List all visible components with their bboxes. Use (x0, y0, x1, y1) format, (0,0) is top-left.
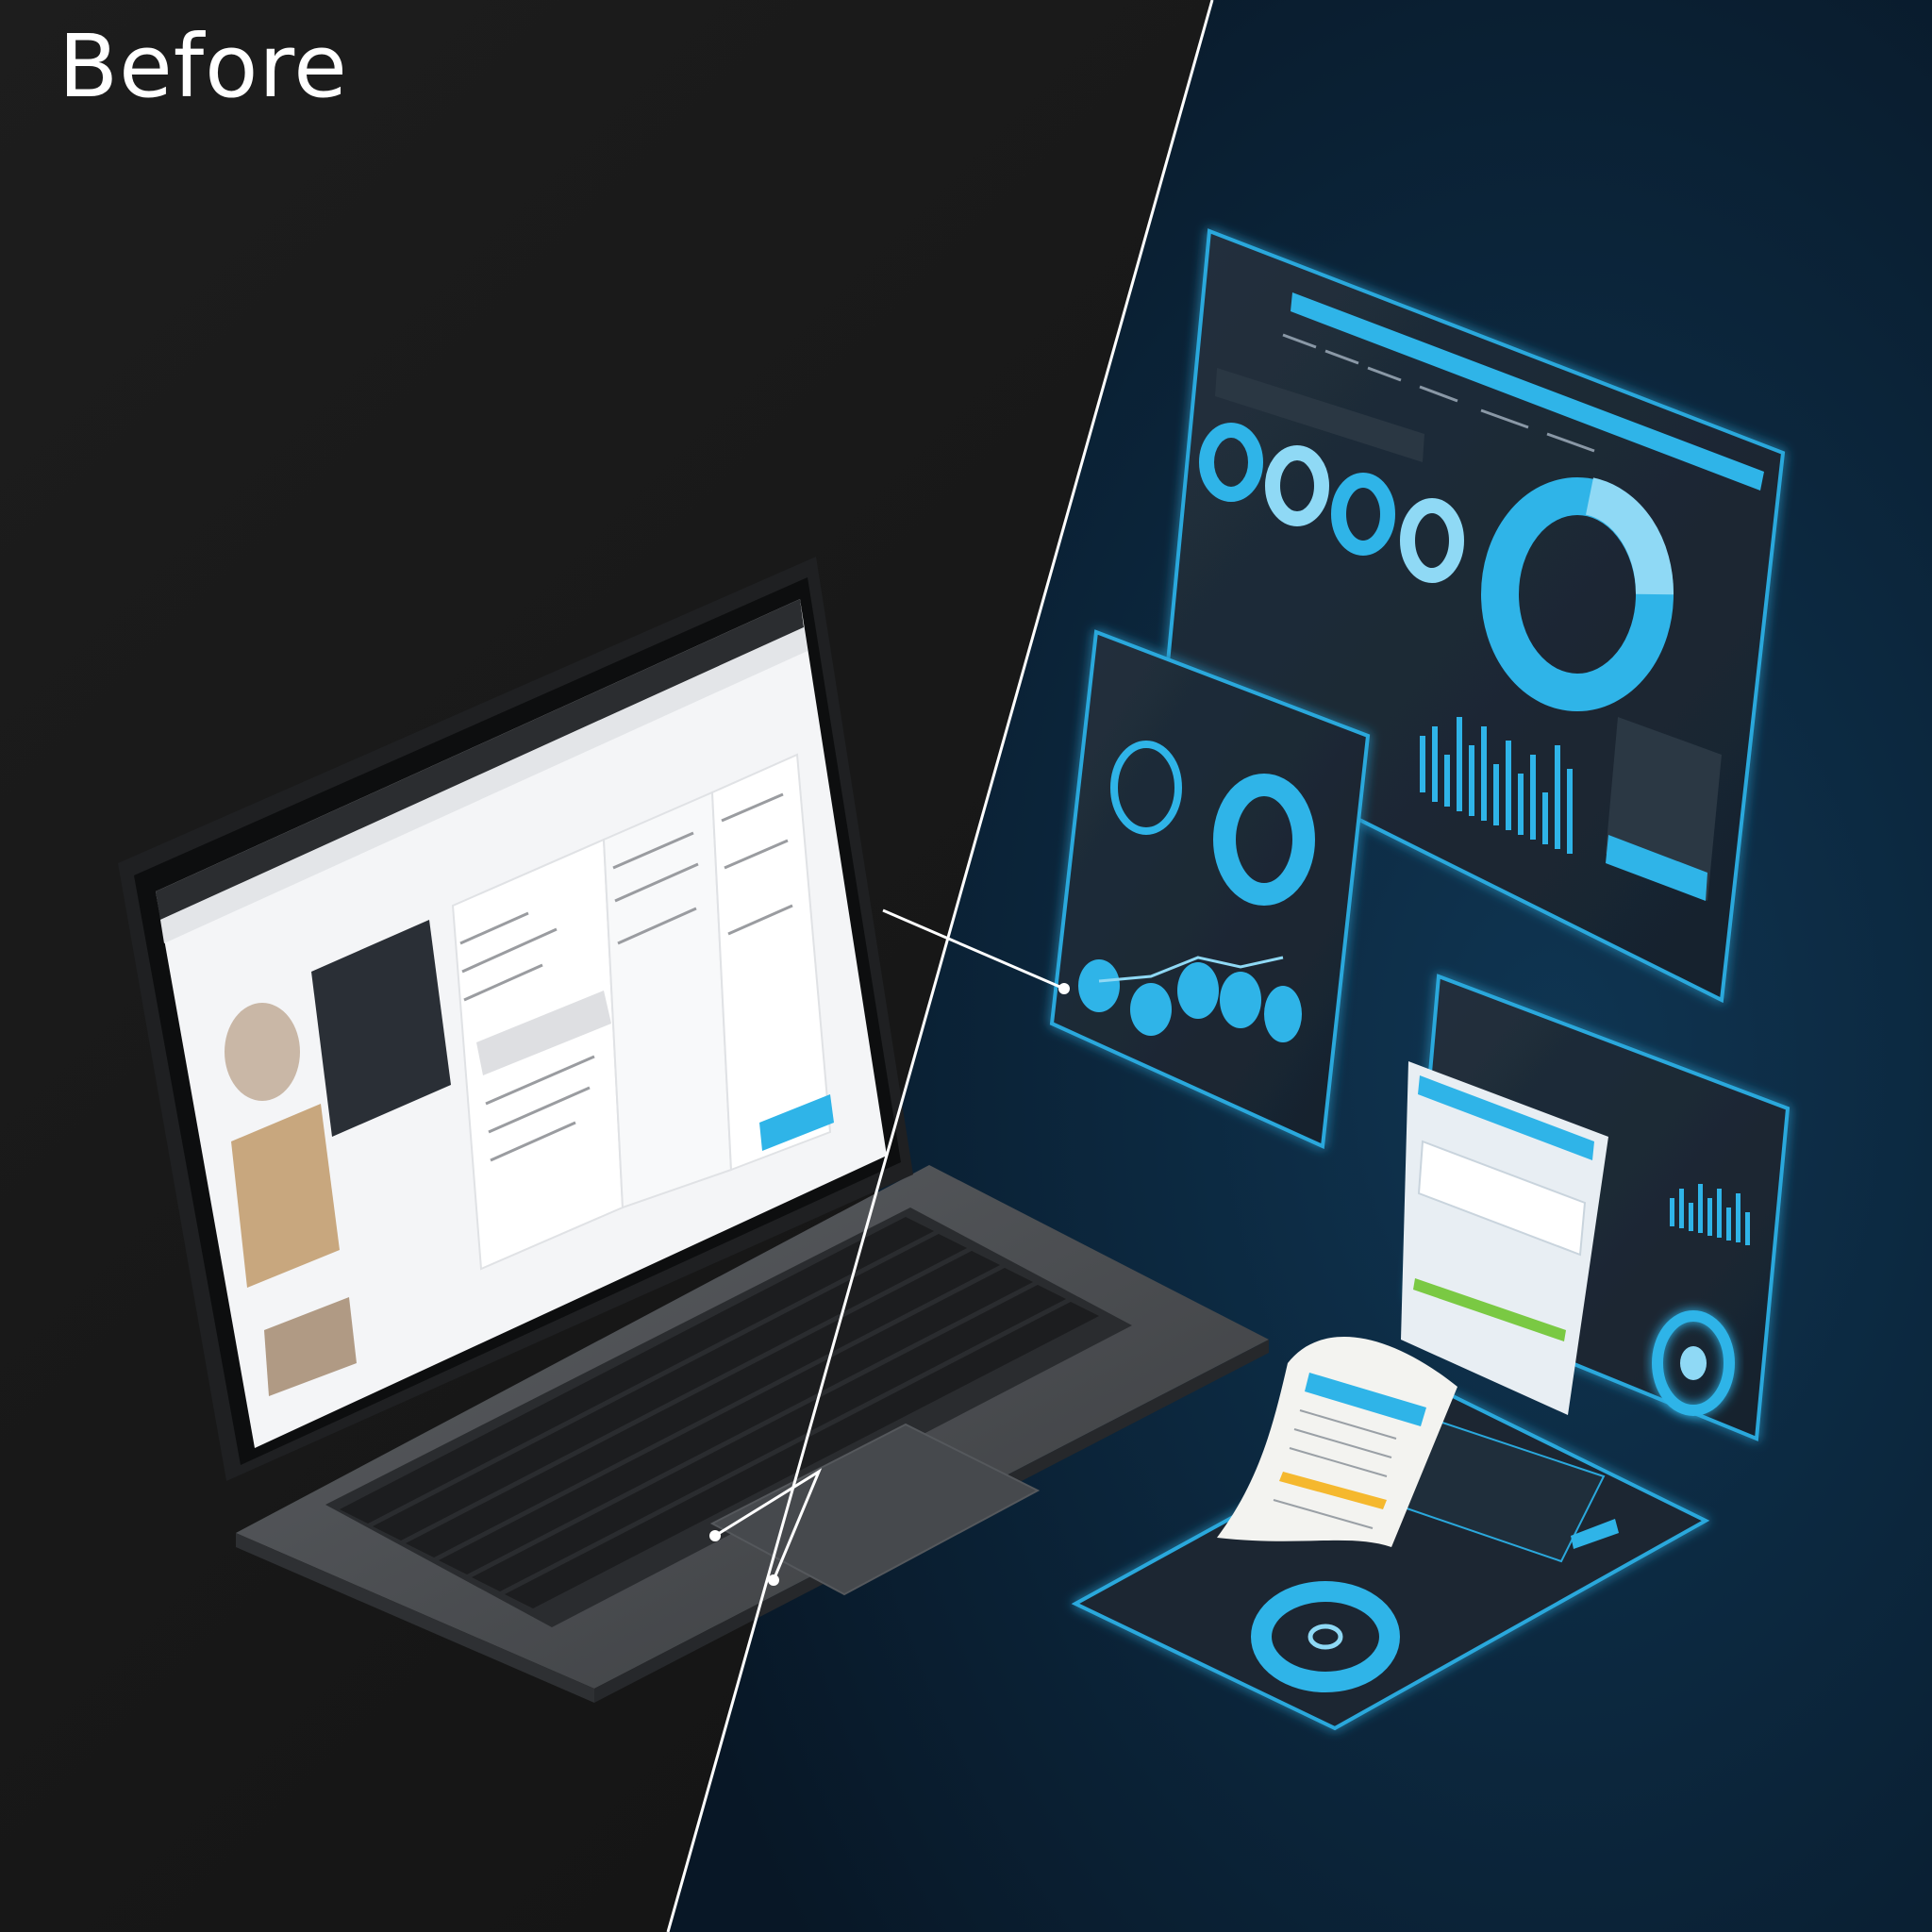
illustration-canvas (0, 0, 1932, 1932)
connector-dot-top (1058, 983, 1070, 994)
screen-column-2 (602, 791, 733, 1209)
before-label: Before (58, 16, 348, 117)
connector-dot-bottom-a (709, 1530, 721, 1541)
analytics-ring-center (1680, 1346, 1707, 1380)
comparison-scene: Before (0, 0, 1932, 1932)
profile-photo-1 (225, 1003, 300, 1101)
screen-column-1 (451, 838, 625, 1271)
